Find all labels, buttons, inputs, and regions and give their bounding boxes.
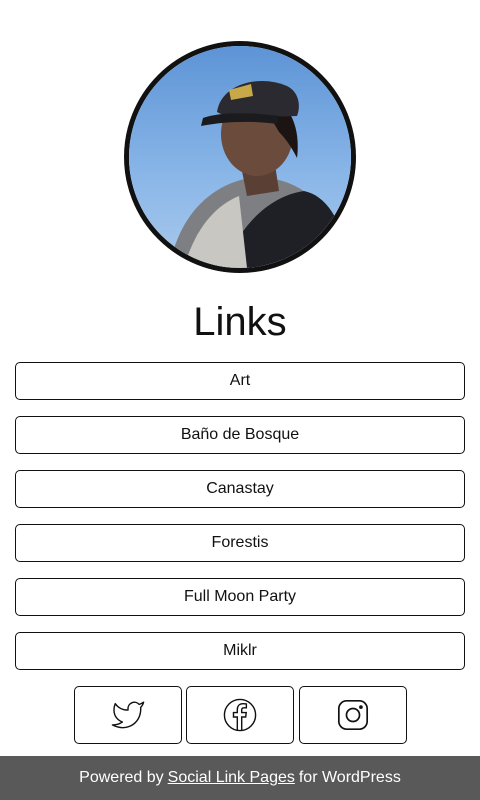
footer: Powered by Social Link Pages for WordPre… <box>0 756 480 800</box>
link-label: Forestis <box>211 534 269 551</box>
link-label: Miklr <box>223 642 257 659</box>
page-title: Links <box>193 300 287 344</box>
facebook-icon <box>223 698 257 732</box>
profile-photo <box>129 46 351 268</box>
footer-suffix: for WordPress <box>298 769 401 786</box>
footer-link-social-link-pages[interactable]: Social Link Pages <box>168 769 295 787</box>
link-button-canastay[interactable]: Canastay <box>15 470 465 508</box>
link-label: Full Moon Party <box>183 588 297 605</box>
link-label: Canastay <box>206 480 274 497</box>
instagram-icon <box>337 699 369 731</box>
link-button-full-moon-party[interactable]: Full Moon Party <box>15 578 465 616</box>
link-button-bano-de-bosque[interactable]: Baño de Bosque <box>15 416 465 454</box>
instagram-button[interactable] <box>299 686 407 744</box>
twitter-icon <box>111 701 145 729</box>
link-button-forestis[interactable]: Forestis <box>15 524 465 562</box>
link-label: Baño de Bosque <box>180 426 300 443</box>
twitter-button[interactable] <box>74 686 182 744</box>
footer-prefix: Powered by <box>79 769 164 786</box>
link-button-miklr[interactable]: Miklr <box>15 632 465 670</box>
facebook-button[interactable] <box>186 686 294 744</box>
link-label: Art <box>229 372 251 389</box>
avatar <box>124 41 356 273</box>
link-button-art[interactable]: Art <box>15 362 465 400</box>
